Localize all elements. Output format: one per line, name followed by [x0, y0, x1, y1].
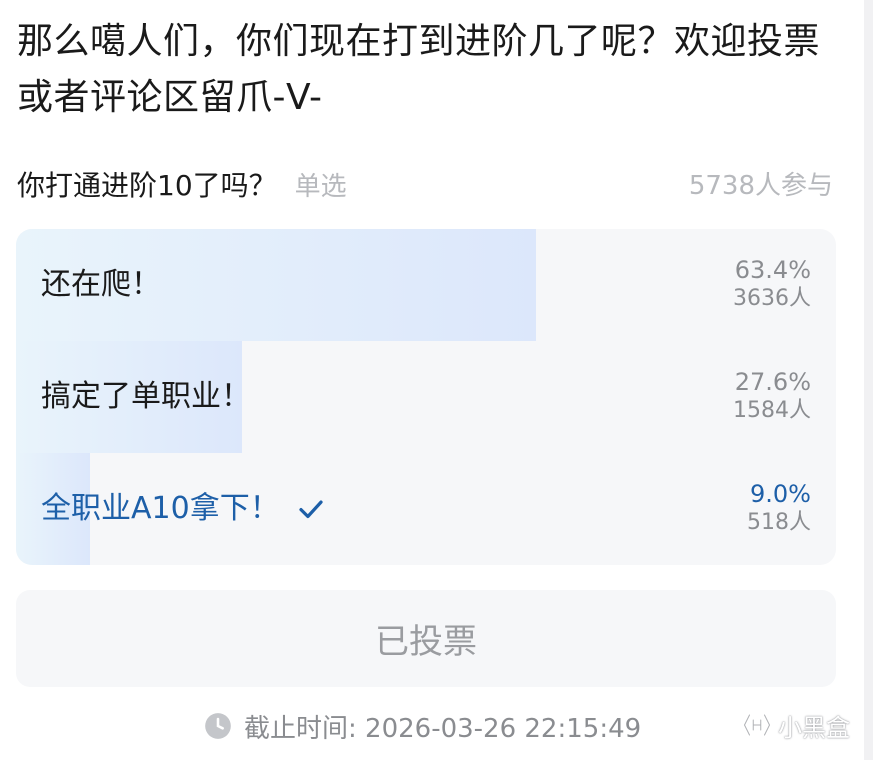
- poll-question-row: 你打通进阶10了吗？ 单选: [17, 166, 347, 207]
- option-percent: 63.4%: [734, 256, 811, 284]
- heybox-logo-icon: [743, 713, 771, 737]
- option-stats: 63.4% 3636人: [733, 255, 811, 313]
- poll-option[interactable]: 还在爬！ 63.4% 3636人: [16, 229, 836, 341]
- option-label-row: 全职业A10拿下！: [41, 453, 326, 565]
- option-label: 搞定了单职业！: [41, 379, 251, 414]
- watermark: 小黑盒: [742, 705, 850, 745]
- poll-options: 还在爬！ 63.4% 3636人 搞定了单职业！ 27.6% 1584人 全职业…: [16, 229, 836, 565]
- scrollbar[interactable]: [864, 0, 873, 760]
- option-label-row: 还在爬！: [41, 229, 161, 341]
- option-label: 全职业A10拿下！: [41, 491, 280, 526]
- option-label: 还在爬！: [41, 267, 161, 302]
- poll-header: 你打通进阶10了吗？ 单选 5738人参与: [17, 166, 833, 206]
- option-label-row: 搞定了单职业！: [41, 341, 251, 453]
- option-count: 3636人: [733, 286, 811, 311]
- option-percent: 27.6%: [734, 368, 811, 396]
- option-stats: 27.6% 1584人: [733, 367, 811, 425]
- option-percent: 9.0%: [750, 480, 811, 508]
- check-icon: [299, 500, 323, 519]
- page: 那么噶人们，你们现在打到进阶几了呢？欢迎投票或者评论区留爪-V- 你打通进阶10…: [0, 0, 873, 760]
- poll-question: 你打通进阶10了吗？: [17, 169, 277, 202]
- post-title: 那么噶人们，你们现在打到进阶几了呢？欢迎投票或者评论区留爪-V-: [17, 21, 821, 118]
- deadline-text: 截止时间: 2026-03-26 22:15:49: [244, 713, 642, 744]
- option-stats: 9.0% 518人: [747, 479, 811, 537]
- option-count: 518人: [747, 510, 811, 535]
- participant-count: 5738人参与: [688, 171, 833, 201]
- voted-button[interactable]: 已投票: [16, 590, 836, 687]
- watermark-text: 小黑盒: [778, 713, 850, 742]
- option-count: 1584人: [733, 398, 811, 423]
- deadline-row: 截止时间: 2026-03-26 22:15:49: [204, 706, 641, 746]
- poll-type-label: 单选: [294, 172, 347, 202]
- clock-icon: [205, 713, 231, 739]
- poll-option[interactable]: 全职业A10拿下！ 9.0% 518人: [16, 453, 836, 565]
- poll-option[interactable]: 搞定了单职业！ 27.6% 1584人: [16, 341, 836, 453]
